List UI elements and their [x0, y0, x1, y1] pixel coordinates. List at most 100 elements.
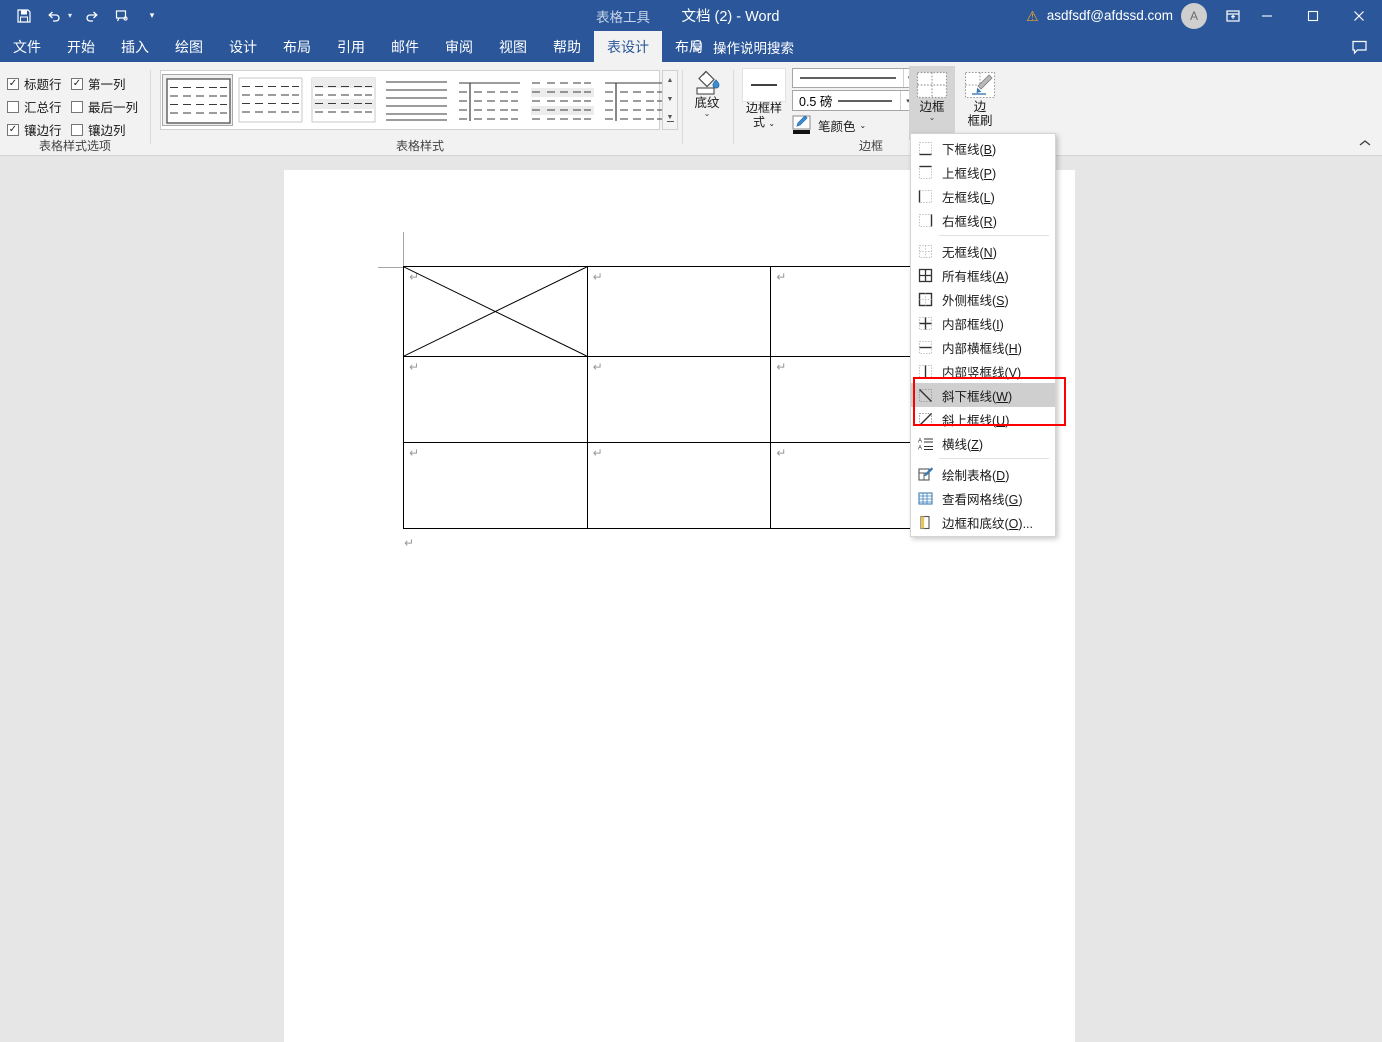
- document-table[interactable]: ↵ ↵ ↵ ↵ ↵ ↵ ↵ ↵ ↵: [403, 266, 915, 529]
- tab-view[interactable]: 视图: [486, 31, 540, 62]
- gallery-scroll-down-icon[interactable]: ▼: [663, 90, 677, 109]
- customize-qat-icon[interactable]: ▾: [138, 3, 166, 29]
- menu-item-border-all[interactable]: 所有框线(A): [911, 263, 1055, 287]
- tab-help[interactable]: 帮助: [540, 31, 594, 62]
- menu-item-draw-table[interactable]: 绘制表格(D): [911, 462, 1055, 486]
- border-bottom-icon: [917, 140, 934, 157]
- pen-color-label: 笔颜色: [818, 119, 856, 134]
- tab-mailings[interactable]: 邮件: [378, 31, 432, 62]
- gallery-scrollbar[interactable]: ▲ ▼ ▼: [662, 70, 678, 130]
- table-style-item-5[interactable]: [527, 74, 598, 126]
- table-cell-r2c1[interactable]: ↵: [586, 442, 772, 529]
- table-styles-gallery[interactable]: [160, 70, 666, 130]
- close-button[interactable]: [1336, 0, 1382, 31]
- menu-item-border-inside[interactable]: 内部框线(I): [911, 311, 1055, 335]
- menu-item-border-outside[interactable]: 外侧框线(S): [911, 287, 1055, 311]
- checkbox-total-row-box[interactable]: [7, 100, 19, 113]
- menu-item-border-inside-horizontal[interactable]: 内部横框线(H): [911, 335, 1055, 359]
- touch-mode-icon[interactable]: [108, 3, 136, 29]
- gallery-scroll-up-icon[interactable]: ▲: [663, 71, 677, 90]
- tab-references[interactable]: 引用: [324, 31, 378, 62]
- table-style-item-0[interactable]: [162, 74, 233, 126]
- table-cell-r0c2[interactable]: ↵: [770, 266, 915, 357]
- menu-item-border-diagonal-down[interactable]: 斜下框线(W): [911, 383, 1055, 407]
- borders-button[interactable]: 边框 ⌄: [909, 66, 955, 140]
- border-painter-icon: [964, 71, 996, 99]
- maximize-button[interactable]: [1290, 0, 1336, 31]
- borders-button-label: 边框: [919, 100, 945, 114]
- table-style-item-4[interactable]: [454, 74, 525, 126]
- border-none-icon: [917, 243, 934, 260]
- borders-dropdown-menu[interactable]: 下框线(B) 上框线(P) 左框线(L) 右框线(R) 无框线(N) 所有框线(…: [910, 133, 1056, 537]
- tab-file[interactable]: 文件: [0, 31, 54, 62]
- border-styles-dropdown-icon[interactable]: ⌄: [768, 119, 775, 128]
- view-gridlines-icon: [917, 490, 934, 507]
- table-cell-r2c2[interactable]: ↵: [770, 442, 915, 529]
- table-style-item-1[interactable]: [235, 74, 306, 126]
- tab-home[interactable]: 开始: [54, 31, 108, 62]
- menu-item-border-inside-vertical[interactable]: 内部竖框线(V): [911, 359, 1055, 383]
- tab-table-design[interactable]: 表设计: [594, 31, 662, 62]
- checkbox-banded-rows-box[interactable]: [7, 123, 19, 136]
- menu-item-border-none[interactable]: 无框线(N): [911, 239, 1055, 263]
- menu-item-label: 下框线(B): [942, 142, 997, 157]
- comments-icon[interactable]: [1346, 35, 1372, 59]
- minimize-button[interactable]: [1244, 0, 1290, 31]
- checkbox-banded-columns-box[interactable]: [71, 123, 83, 136]
- pen-color-button[interactable]: 笔颜色 ⌄: [792, 115, 866, 135]
- menu-item-border-diagonal-up[interactable]: 斜上框线(U): [911, 407, 1055, 431]
- menu-item-label: 横线(Z): [942, 437, 983, 452]
- tab-design[interactable]: 设计: [216, 31, 270, 62]
- redo-icon[interactable]: [78, 3, 106, 29]
- checkbox-header-row[interactable]: 标题行: [7, 74, 62, 93]
- checkbox-first-column[interactable]: 第一列: [71, 74, 126, 93]
- line-weight-combo[interactable]: 0.5 磅 ▾: [792, 90, 916, 111]
- gallery-more-icon[interactable]: ▼: [663, 110, 677, 129]
- table-cell-r1c1[interactable]: ↵: [586, 356, 772, 443]
- document-area[interactable]: ↵ ↵ ↵ ↵ ↵ ↵ ↵ ↵ ↵ ↵: [0, 156, 1382, 1042]
- checkbox-last-column-box[interactable]: [71, 100, 83, 113]
- menu-item-border-bottom[interactable]: 下框线(B): [911, 136, 1055, 160]
- avatar[interactable]: A: [1181, 2, 1207, 29]
- table-cell-r0c1[interactable]: ↵: [586, 266, 772, 357]
- menu-item-label: 查看网格线(G): [942, 492, 1023, 507]
- undo-dropdown-icon[interactable]: ▾: [64, 11, 76, 20]
- shading-dropdown-icon[interactable]: ⌄: [704, 110, 711, 118]
- line-style-value[interactable]: [793, 69, 903, 87]
- menu-item-view-gridlines[interactable]: 查看网格线(G): [911, 486, 1055, 510]
- table-cell-r1c2[interactable]: ↵: [770, 356, 915, 443]
- checkbox-total-row[interactable]: 汇总行: [7, 97, 62, 116]
- menu-item-border-right[interactable]: 右框线(R): [911, 208, 1055, 232]
- checkbox-last-column[interactable]: 最后一列: [71, 97, 138, 116]
- menu-item-border-left[interactable]: 左框线(L): [911, 184, 1055, 208]
- save-icon[interactable]: [10, 3, 38, 29]
- tab-review[interactable]: 审阅: [432, 31, 486, 62]
- checkbox-header-row-box[interactable]: [7, 77, 19, 90]
- pen-color-dropdown-icon[interactable]: ⌄: [860, 121, 867, 130]
- border-all-icon: [916, 71, 948, 99]
- checkbox-first-column-box[interactable]: [71, 77, 83, 90]
- border-painter-button[interactable]: 边框刷: [957, 66, 1003, 140]
- border-painter-label: 边框刷: [967, 100, 993, 129]
- line-weight-value-wrap[interactable]: 0.5 磅: [793, 91, 900, 110]
- table-cell-r2c0[interactable]: ↵: [403, 442, 588, 529]
- table-style-item-6[interactable]: [600, 74, 671, 126]
- table-cell-r1c0[interactable]: ↵: [403, 356, 588, 443]
- menu-item-borders-and-shading[interactable]: 边框和底纹(O)...: [911, 510, 1055, 534]
- shading-button[interactable]: 底纹 ⌄: [686, 68, 728, 118]
- menu-item-horizontal-line[interactable]: AA 横线(Z): [911, 431, 1055, 455]
- tell-me-search[interactable]: 操作说明搜索: [690, 31, 794, 62]
- collapse-ribbon-icon[interactable]: [1356, 135, 1374, 151]
- menu-item-border-top[interactable]: 上框线(P): [911, 160, 1055, 184]
- tab-insert[interactable]: 插入: [108, 31, 162, 62]
- account-area[interactable]: ⚠ asdfsdf@afdssd.com A: [1026, 0, 1207, 31]
- cell-paragraph-mark: ↵: [409, 446, 420, 460]
- table-style-item-3[interactable]: [381, 74, 452, 126]
- borders-button-caret-icon[interactable]: ⌄: [929, 114, 936, 122]
- table-cell-r0c0[interactable]: ↵: [403, 266, 588, 357]
- table-style-item-2[interactable]: [308, 74, 379, 126]
- tab-draw[interactable]: 绘图: [162, 31, 216, 62]
- line-style-combo[interactable]: ▾: [792, 68, 916, 88]
- tab-layout[interactable]: 布局: [270, 31, 324, 62]
- border-styles-button[interactable]: 边框样式 ⌄: [740, 68, 788, 130]
